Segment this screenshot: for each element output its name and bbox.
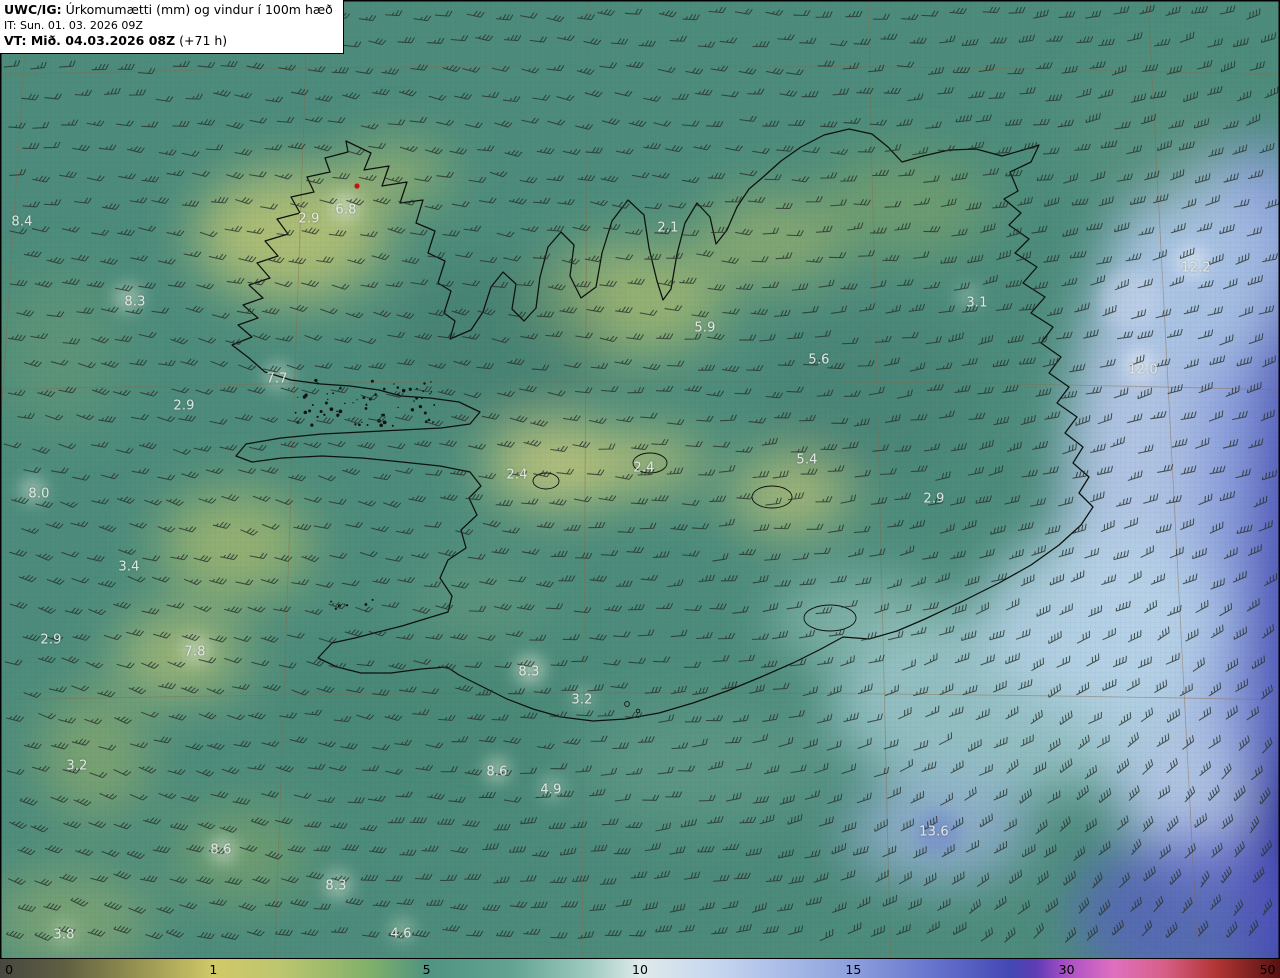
station-marker — [354, 183, 360, 189]
init-time-line: IT: Sun. 01. 03. 2026 09Z — [4, 18, 143, 32]
map-canvas — [0, 0, 1280, 978]
colorbar-tick: 15 — [845, 961, 862, 977]
colorbar: 0 1 5 10 15 30 50 — [0, 958, 1280, 978]
valid-time-offset: (+71 h) — [175, 33, 228, 49]
colorbar-tick: 30 — [1058, 961, 1075, 977]
map-title: Úrkomumætti (mm) og vindur í 100m hæð — [61, 2, 333, 17]
valid-time: VT: Mið. 04.03.2026 08Z — [4, 33, 176, 49]
map-title-line: UWC/IG: Úrkomumætti (mm) og vindur í 100… — [4, 2, 333, 19]
map-info-box: UWC/IG: Úrkomumætti (mm) og vindur í 100… — [0, 0, 344, 54]
weather-map-frame: 86.82.92.18.48.33.112.25.95.612.07.72.95… — [0, 0, 1280, 978]
model-name: UWC/IG: — [4, 2, 62, 17]
colorbar-ticks: 0 1 5 10 15 30 50 — [0, 959, 1280, 978]
colorbar-tick: 0 — [5, 961, 14, 977]
colorbar-tick: 5 — [422, 961, 431, 977]
colorbar-tick: 50 — [1259, 961, 1276, 977]
valid-time-line: VT: Mið. 04.03.2026 08Z (+71 h) — [4, 33, 333, 50]
colorbar-tick: 10 — [632, 961, 648, 977]
colorbar-tick: 1 — [209, 961, 218, 977]
